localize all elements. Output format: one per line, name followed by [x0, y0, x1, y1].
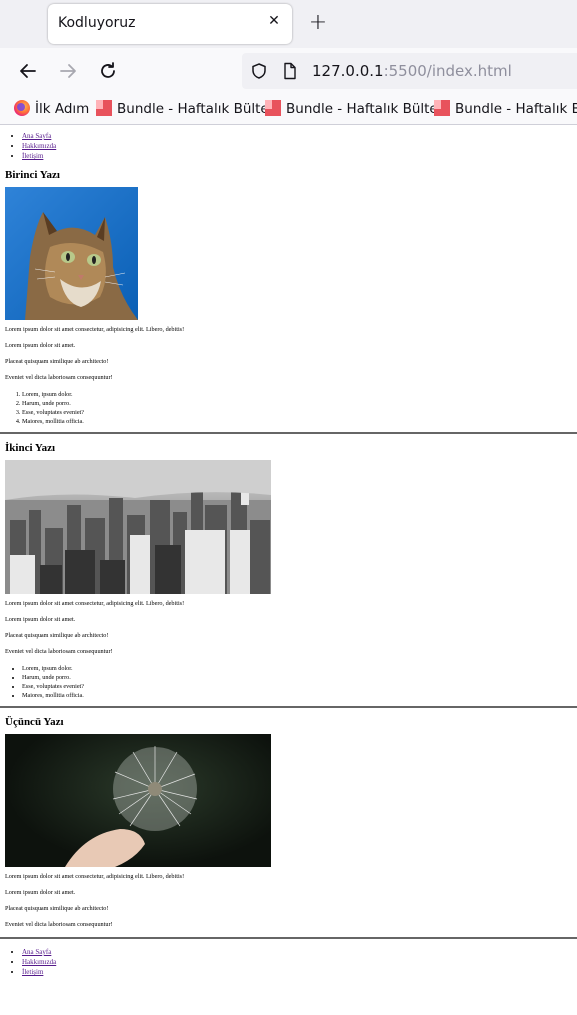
- top-nav: Ana Sayfa Hakkımızda İletişim: [0, 131, 577, 161]
- active-tab[interactable]: Kodluyoruz ✕: [48, 4, 292, 44]
- list-item: Esse, voluptates eveniet?: [22, 682, 577, 691]
- post-title: Üçüncü Yazı: [5, 716, 64, 728]
- bookmark-label: İlk Adım: [35, 101, 90, 117]
- list-item: Lorem, ipsum dolor.: [22, 664, 577, 673]
- url-bar[interactable]: 127.0.0.1:5500/index.html: [242, 53, 577, 89]
- paragraph: Placeat quisquam similique ab architecto…: [5, 632, 109, 639]
- nav-link-home[interactable]: Ana Sayfa: [22, 948, 51, 956]
- post-title: İkinci Yazı: [5, 442, 56, 454]
- url-text[interactable]: 127.0.0.1:5500/index.html: [312, 62, 512, 80]
- forward-arrow-icon[interactable]: [57, 60, 79, 82]
- nav-item: Hakkımızda: [22, 141, 577, 151]
- paragraph: Placeat quisquam similique ab architecto…: [5, 358, 109, 365]
- paragraph: Lorem ipsum dolor sit amet.: [5, 889, 76, 896]
- nav-item: Hakkımızda: [22, 957, 577, 967]
- footer-nav: Ana Sayfa Hakkımızda İletişim: [0, 947, 577, 977]
- paragraph: Lorem ipsum dolor sit amet.: [5, 342, 76, 349]
- bundle-icon: [265, 100, 281, 116]
- tab-title: Kodluyoruz: [58, 15, 136, 31]
- nav-link-contact[interactable]: İletişim: [22, 968, 43, 976]
- paragraph: Eveniet vel dicta laboriosam consequuntu…: [5, 374, 113, 381]
- bookmark-label: Bundle - Haftalık Bült: [455, 101, 577, 117]
- paragraph: Eveniet vel dicta laboriosam consequuntu…: [5, 648, 113, 655]
- ordered-list: Lorem, ipsum dolor. Harum, unde porro. E…: [0, 390, 577, 426]
- new-tab-button[interactable]: +: [307, 12, 329, 34]
- firefox-icon: [14, 100, 30, 116]
- nav-link-contact[interactable]: İletişim: [22, 152, 43, 160]
- post-paragraphs: Lorem ipsum dolor sit amet consectetur, …: [0, 873, 577, 929]
- reload-icon[interactable]: [97, 60, 119, 82]
- list-item: Harum, unde porro.: [22, 399, 577, 408]
- divider: [0, 432, 577, 434]
- page-icon[interactable]: [282, 62, 298, 80]
- url-path: :5500/index.html: [383, 62, 512, 80]
- cat-photo: [5, 187, 138, 320]
- list-item: Maiores, mollitia officia.: [22, 417, 577, 426]
- close-tab-icon[interactable]: ✕: [266, 13, 282, 33]
- back-arrow-icon[interactable]: [17, 60, 39, 82]
- nav-item: Ana Sayfa: [22, 947, 577, 957]
- bookmarks-toolbar: İlk Adım Bundle - Haftalık Bülten Bundle…: [0, 94, 577, 125]
- paragraph: Lorem ipsum dolor sit amet consectetur, …: [5, 326, 185, 333]
- divider: [0, 706, 577, 708]
- paragraph: Lorem ipsum dolor sit amet consectetur, …: [5, 873, 185, 880]
- post-title: Birinci Yazı: [5, 169, 60, 181]
- paragraph: Eveniet vel dicta laboriosam consequuntu…: [5, 921, 113, 928]
- url-host: 127.0.0.1: [312, 62, 384, 80]
- post-paragraphs: Lorem ipsum dolor sit amet consectetur, …: [0, 600, 577, 656]
- bookmark-ilk-adim[interactable]: İlk Adım: [14, 100, 89, 117]
- nav-item: İletişim: [22, 967, 577, 977]
- shield-icon[interactable]: [250, 62, 268, 80]
- page-content: Ana Sayfa Hakkımızda İletişim Birinci Ya…: [0, 125, 577, 1015]
- navigation-toolbar: 127.0.0.1:5500/index.html: [0, 48, 577, 94]
- dandelion-illustration: [65, 746, 198, 867]
- bookmark-bundle-3[interactable]: Bundle - Haftalık Bült: [434, 100, 577, 117]
- list-item: Esse, voluptates eveniet?: [22, 408, 577, 417]
- nav-item: İletişim: [22, 151, 577, 161]
- bundle-icon: [434, 100, 450, 116]
- divider: [0, 937, 577, 939]
- nav-link-home[interactable]: Ana Sayfa: [22, 132, 51, 140]
- dandelion-photo: [5, 734, 271, 867]
- bookmark-label: Bundle - Haftalık Bülten: [286, 101, 447, 117]
- paragraph: Placeat quisquam similique ab architecto…: [5, 905, 109, 912]
- bookmark-label: Bundle - Haftalık Bülten: [117, 101, 278, 117]
- nav-item: Ana Sayfa: [22, 131, 577, 141]
- list-item: Lorem, ipsum dolor.: [22, 390, 577, 399]
- cat-illustration: [25, 212, 138, 320]
- nav-link-about[interactable]: Hakkımızda: [22, 142, 56, 150]
- nav-link-about[interactable]: Hakkımızda: [22, 958, 56, 966]
- list-item: Maiores, mollitia officia.: [22, 691, 577, 700]
- paragraph: Lorem ipsum dolor sit amet.: [5, 616, 76, 623]
- list-item: Harum, unde porro.: [22, 673, 577, 682]
- tab-strip: Kodluyoruz ✕ +: [0, 0, 577, 48]
- city-skyline-photo: [5, 460, 271, 594]
- bookmark-bundle-1[interactable]: Bundle - Haftalık Bülten: [96, 100, 277, 117]
- bookmark-bundle-2[interactable]: Bundle - Haftalık Bülten: [265, 100, 446, 117]
- post-paragraphs: Lorem ipsum dolor sit amet consectetur, …: [0, 326, 577, 382]
- paragraph: Lorem ipsum dolor sit amet consectetur, …: [5, 600, 185, 607]
- unordered-list: Lorem, ipsum dolor. Harum, unde porro. E…: [0, 664, 577, 700]
- city-illustration: [5, 460, 271, 594]
- bundle-icon: [96, 100, 112, 116]
